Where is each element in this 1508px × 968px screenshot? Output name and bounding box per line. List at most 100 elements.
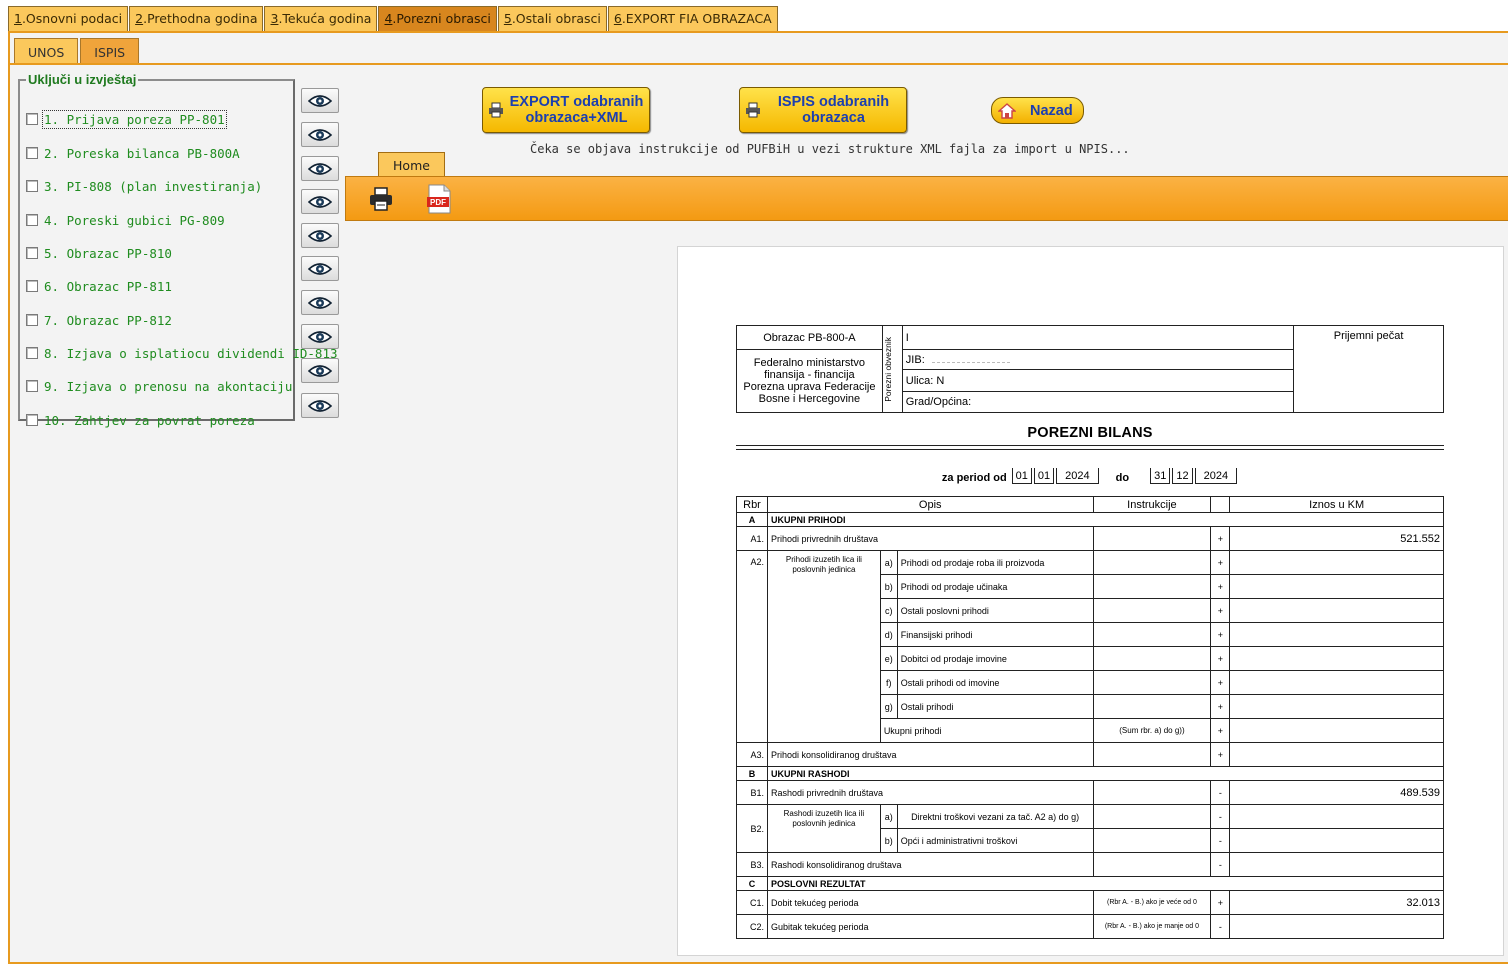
table-row: B2. Rashodi izuzetih lica ili poslovnih j… xyxy=(736,804,1444,853)
jib-field: JIB: xyxy=(902,350,1294,370)
form-label: 10. Zahtjev za povrat poreza xyxy=(44,412,255,428)
form-item-pi808[interactable]: 3. PI-808 (plan investiranja) xyxy=(26,176,262,196)
form-label: 9. Izjava o prenosu na akontaciju xyxy=(44,378,293,394)
form-label: 6. Obrazac PP-811 xyxy=(44,278,172,294)
tab-osnovni-podaci[interactable]: 1.Osnovni podaci xyxy=(8,6,129,31)
form-label: 1. Prijava poreza PP-801 xyxy=(42,109,227,129)
form-item-pp811[interactable]: 6. Obrazac PP-811 xyxy=(26,276,172,296)
form-item-pp801[interactable]: 1. Prijava poreza PP-801 xyxy=(26,109,227,129)
form-checkbox[interactable] xyxy=(26,380,38,392)
preview-button-pi808[interactable] xyxy=(301,156,339,181)
tab-prethodna-godina[interactable]: 2.Prethodna godina xyxy=(129,6,264,31)
eye-icon xyxy=(308,195,332,208)
eye-icon xyxy=(308,94,332,107)
form-checkbox[interactable] xyxy=(26,414,38,426)
group-title: Uključi u izvještaj xyxy=(28,72,137,87)
ribbon-tab-home[interactable]: Home xyxy=(378,152,445,176)
printer-icon xyxy=(489,102,503,118)
table-row: C2. Gubitak tekućeg perioda (Rbr A. - B.) … xyxy=(736,914,1444,939)
pdf-icon[interactable]: PDF xyxy=(426,184,452,214)
report-page: Obrazac PB-800-A Porezni obveznik I Prij… xyxy=(736,325,1445,939)
eye-icon xyxy=(308,128,332,141)
title-rule xyxy=(736,445,1444,450)
main-tabs: 1.Osnovni podaci 2.Prethodna godina 3.Te… xyxy=(8,6,779,32)
form-checkbox[interactable] xyxy=(26,347,38,359)
table-row: C POSLOVNI REZULTAT xyxy=(736,876,1445,891)
preview-button-akontacija[interactable] xyxy=(301,358,339,383)
tab-tekuca-godina[interactable]: 3.Tekuća godina xyxy=(264,6,378,31)
preview-button-pp810[interactable] xyxy=(301,223,339,248)
print-selected-button[interactable]: ISPIS odabranih obrazaca xyxy=(739,87,907,133)
form-item-akontacija[interactable]: 9. Izjava o prenosu na akontaciju xyxy=(26,376,292,396)
taxpayer-name: I xyxy=(901,325,1295,350)
app-window: 1.Osnovni podaci 2.Prethodna godina 3.Te… xyxy=(0,0,1508,968)
stamp-label: Prijemni pečat xyxy=(1293,325,1444,350)
form-item-id813[interactable]: 8. Izjava o isplatiocu dividendi ID-813 xyxy=(26,343,338,363)
report-ribbon: PDF xyxy=(345,176,1508,221)
table-row: B1. Rashodi privrednih društava -489.539 xyxy=(736,780,1444,805)
eye-icon xyxy=(308,399,332,412)
export-selected-button[interactable]: EXPORT odabranih obrazaca+XML xyxy=(482,87,650,133)
preview-button-pp811[interactable] xyxy=(301,256,339,281)
form-checkbox[interactable] xyxy=(26,147,38,159)
form-checkbox[interactable] xyxy=(26,247,38,259)
ministry-block: Federalno ministarstvo finansija - financ… xyxy=(736,349,883,413)
table-row: A2. Prihodi izuzetih lica ili poslovnih j… xyxy=(736,550,1444,743)
sub-tabs: UNOS ISPIS xyxy=(14,38,141,64)
tab-porezni-obrasci[interactable]: 4.Porezni obrasci xyxy=(378,6,497,31)
preview-button-id813[interactable] xyxy=(301,324,339,349)
city-field: Grad/Općina: xyxy=(905,396,972,408)
form-checkbox[interactable] xyxy=(26,280,38,292)
table-row: A1. Prihodi privrednih društava +521.552 xyxy=(736,526,1444,551)
preview-button-povrat[interactable] xyxy=(301,393,339,418)
eye-icon xyxy=(308,262,332,275)
form-checkbox[interactable] xyxy=(26,314,38,326)
back-button[interactable]: Nazad xyxy=(991,97,1084,124)
home-icon xyxy=(998,102,1016,119)
tab-ostali-obrasci[interactable]: 5.Ostali obrasci xyxy=(497,6,607,31)
form-item-pb800a[interactable]: 2. Poreska bilanca PB-800A xyxy=(26,143,240,163)
form-label: 2. Poreska bilanca PB-800A xyxy=(44,145,240,161)
form-checkbox[interactable] xyxy=(26,113,38,125)
eye-icon xyxy=(308,296,332,309)
form-code: Obrazac PB-800-A xyxy=(736,325,883,350)
include-in-report-group: Uključi u izvještaj 1. Prijava poreza PP… xyxy=(18,72,338,428)
form-label: 3. PI-808 (plan investiranja) xyxy=(44,178,263,194)
form-checkbox[interactable] xyxy=(26,180,38,192)
form-item-pp812[interactable]: 7. Obrazac PP-812 xyxy=(26,310,172,330)
eye-icon xyxy=(308,229,332,242)
preview-button-pb800a[interactable] xyxy=(301,122,339,147)
form-item-pp810[interactable]: 5. Obrazac PP-810 xyxy=(26,243,172,263)
table-row: A3. Prihodi konsolidiranog društava + xyxy=(736,742,1444,767)
eye-icon xyxy=(308,330,332,343)
balance-table: Rbr Opis Instrukcije Iznos u KM A UKUPNI PRI… xyxy=(736,496,1445,939)
form-label: 8. Izjava o isplatiocu dividendi ID-813 xyxy=(44,345,338,361)
report-title: POREZNI BILANS xyxy=(1027,425,1153,441)
preview-button-pg809[interactable] xyxy=(301,189,339,214)
table-row: A UKUPNI PRIHODI xyxy=(736,512,1445,527)
tab-unos[interactable]: UNOS xyxy=(14,38,79,64)
tab-ispis[interactable]: ISPIS xyxy=(80,38,140,64)
form-label: 5. Obrazac PP-810 xyxy=(44,245,172,261)
report-header: Obrazac PB-800-A Porezni obveznik I Prij… xyxy=(736,325,1444,413)
report-preview[interactable]: Obrazac PB-800-A Porezni obveznik I Prij… xyxy=(677,246,1504,956)
printer-icon[interactable] xyxy=(368,186,394,212)
form-checkbox[interactable] xyxy=(26,214,38,226)
preview-button-pp801[interactable] xyxy=(301,88,339,113)
table-row: B UKUPNI RASHODI xyxy=(736,766,1445,781)
preview-button-pp812[interactable] xyxy=(301,290,339,315)
table-row: B3. Rashodi konsolidiranog društava - xyxy=(736,852,1444,877)
sub-tabs-underline xyxy=(10,63,1508,65)
report-period: za period od 01 01 2024 do 31 12 2024 xyxy=(736,464,1444,484)
street-field: Ulica: N xyxy=(902,370,1294,392)
table-row: C1. Dobit tekućeg perioda (Rbr A. - B.) ak… xyxy=(736,890,1444,915)
form-label: 7. Obrazac PP-812 xyxy=(44,312,172,328)
tab-export-fia[interactable]: 6.EXPORT FIA OBRAZACA xyxy=(607,6,778,31)
eye-icon xyxy=(308,162,332,175)
eye-icon xyxy=(308,364,332,377)
svg-text:PDF: PDF xyxy=(430,198,446,207)
form-item-povrat[interactable]: 10. Zahtjev za povrat poreza xyxy=(26,410,255,430)
form-label: 4. Poreski gubici PG-809 xyxy=(44,212,225,228)
form-item-pg809[interactable]: 4. Poreski gubici PG-809 xyxy=(26,210,225,230)
printer-icon xyxy=(746,102,760,118)
